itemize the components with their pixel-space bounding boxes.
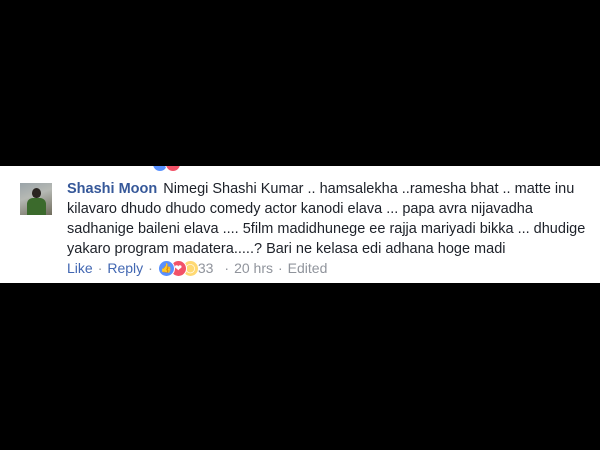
previous-comment-reactions[interactable]: [152, 166, 181, 172]
comment-author-link[interactable]: Shashi Moon: [67, 181, 157, 197]
separator-dot: ·: [224, 260, 230, 276]
separator-dot: ·: [97, 260, 103, 276]
comment-body: Shashi Moon Nimegi Shashi Kumar .. hamsal…: [67, 179, 587, 259]
comment-timestamp[interactable]: 20 hrs: [234, 260, 273, 276]
like-button[interactable]: Like: [67, 260, 93, 276]
separator-dot: ·: [148, 260, 153, 276]
reaction-summary[interactable]: 👍 ❤ ◯ 33: [157, 259, 214, 277]
love-icon: [165, 166, 181, 172]
avatar[interactable]: [20, 183, 52, 215]
avatar-head: [32, 188, 41, 198]
like-icon: 👍: [157, 259, 175, 277]
avatar-body: [27, 198, 46, 215]
comment-actions: Like · Reply · 👍 ❤ ◯ 33 · 20 hrs · Edite…: [67, 259, 327, 277]
edited-label[interactable]: Edited: [288, 260, 328, 276]
reaction-count[interactable]: 33: [198, 260, 214, 276]
reply-button[interactable]: Reply: [107, 260, 143, 276]
separator-dot: ·: [278, 260, 283, 276]
comment-card: Shashi Moon Nimegi Shashi Kumar .. hamsal…: [0, 166, 600, 283]
